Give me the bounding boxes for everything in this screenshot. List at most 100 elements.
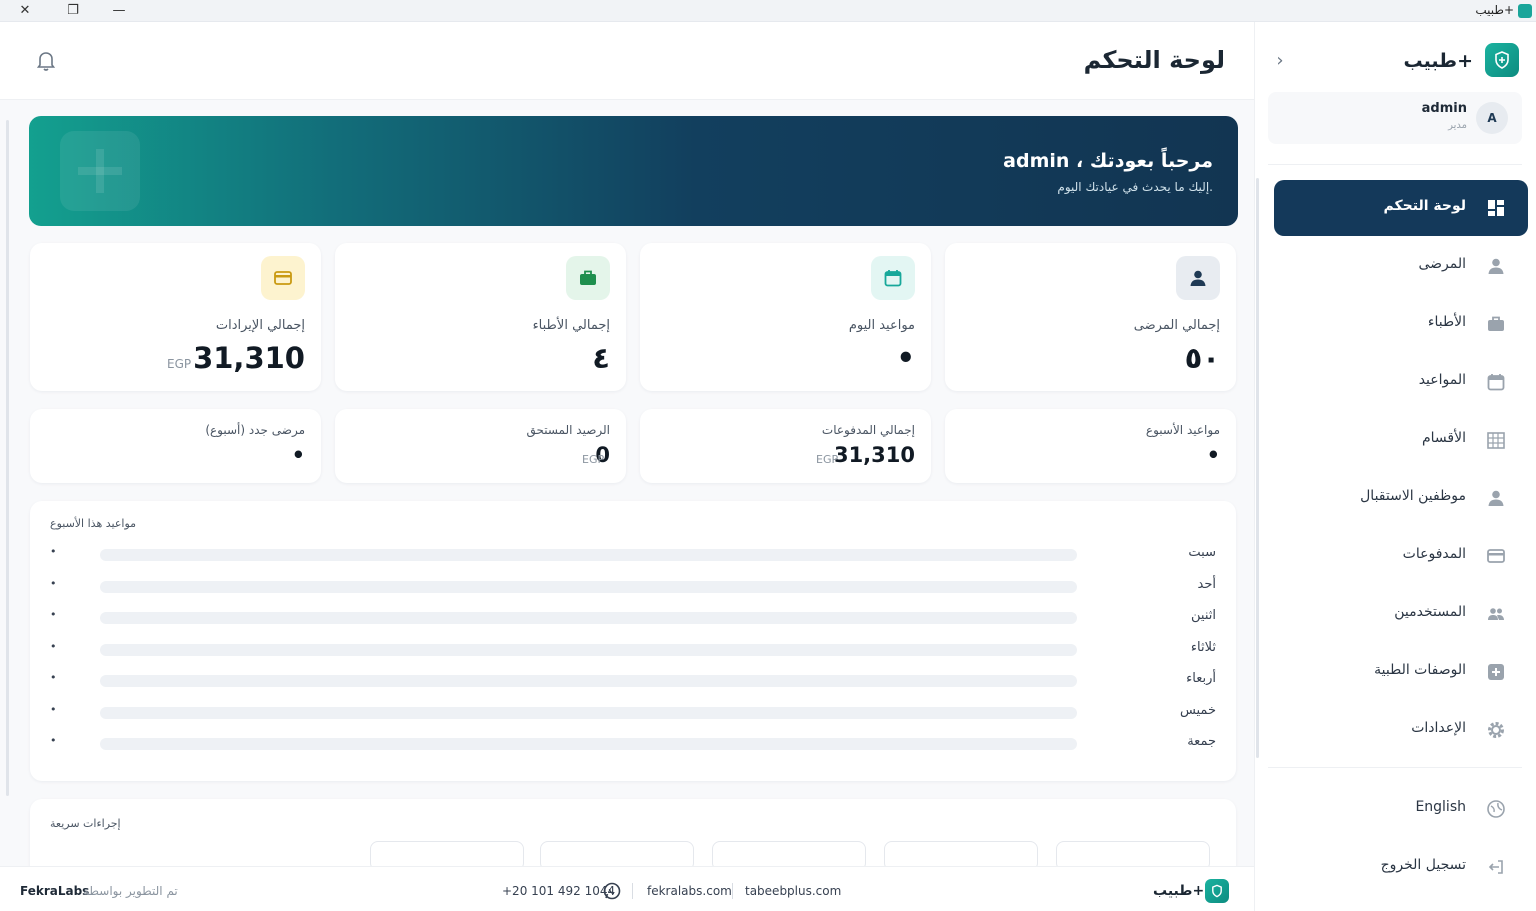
scrollbar[interactable] <box>6 120 9 796</box>
sidebar-item-label: المرضى <box>1418 256 1466 272</box>
welcome-username: admin <box>1003 150 1070 172</box>
day-progress-bar <box>100 549 1077 561</box>
sidebar-item-10[interactable]: الإعدادات <box>1274 702 1528 758</box>
collapse-sidebar-button[interactable]: › <box>1270 50 1290 71</box>
sidebar-item-label: الإعدادات <box>1411 720 1466 736</box>
logout-label: تسجيل الخروج <box>1380 857 1466 873</box>
language-toggle[interactable]: English <box>1274 781 1528 837</box>
page-title: لوحة التحكم <box>1083 46 1225 74</box>
summary-label: إجمالي المدفوعات <box>821 423 915 437</box>
medical-plus-icon <box>1486 662 1506 682</box>
summary-card: الرصيد المستحق 0 EGP <box>335 409 626 483</box>
day-label: ثلاثاء <box>1190 639 1216 655</box>
day-count: • <box>50 702 57 716</box>
stat-label: إجمالي المرضى <box>1133 318 1220 333</box>
weekly-appointments-title: مواعيد هذا الأسبوع <box>50 517 137 530</box>
day-label: اثنين <box>1191 608 1216 623</box>
stat-value: • <box>896 341 915 375</box>
person-icon <box>1486 256 1506 276</box>
developer-text: تم التطوير بواسطة <box>83 884 178 898</box>
language-label: English <box>1415 799 1466 815</box>
day-progress-bar <box>100 706 1077 719</box>
summary-value: • <box>1206 443 1220 467</box>
window-titlebar: ✕ ❐ — طبيب+ <box>0 0 1536 22</box>
sidebar-item-label: موظفين الاستقبال <box>1360 488 1466 504</box>
whatsapp-icon <box>602 881 622 901</box>
gear-icon <box>1486 720 1506 740</box>
sidebar-item-4[interactable]: المواعيد <box>1274 354 1528 410</box>
day-count: • <box>50 545 57 558</box>
user-role: مدير <box>1448 120 1467 131</box>
day-progress-bar <box>100 580 1077 593</box>
sidebar-item-label: المواعيد <box>1418 372 1466 388</box>
summary-card: مرضى جدد (أسبوع) • <box>30 409 321 483</box>
sidebar-item-2[interactable]: المرضى <box>1274 238 1528 294</box>
footer: FekraLabs تم التطوير بواسطة +20 101 492 … <box>0 866 1254 911</box>
developer-name[interactable]: FekraLabs <box>20 884 89 898</box>
main-content: لوحة التحكم مرحباً بعودتك ، admin إليك م… <box>0 22 1254 879</box>
sidebar-item-label: المدفوعات <box>1402 546 1466 562</box>
logout-button[interactable]: تسجيل الخروج <box>1274 839 1528 895</box>
footer-logo-icon <box>1205 879 1229 903</box>
sidebar-item-6[interactable]: موظفين الاستقبال <box>1274 470 1528 526</box>
day-label: سبت <box>1188 545 1216 560</box>
minimize-window-button[interactable]: — <box>109 2 129 20</box>
restore-window-button[interactable]: ❐ <box>63 2 83 20</box>
credit-card-icon <box>1486 546 1506 566</box>
sidebar-scrollbar[interactable] <box>1256 178 1259 758</box>
sidebar-item-5[interactable]: الأقسام <box>1274 412 1528 468</box>
footer-link-tabeebplus[interactable]: tabeebplus.com <box>745 884 841 898</box>
window-title: طبيب+ <box>1475 3 1514 17</box>
list-item: اثنين • <box>30 608 1236 628</box>
sidebar-item-3[interactable]: الأطباء <box>1274 296 1528 352</box>
sidebar: طبيب+ › A admin مدير لوحة التحكم المرضى … <box>1254 22 1536 911</box>
brand-name: طبيب+ <box>1403 50 1473 72</box>
calendar-icon <box>1486 372 1506 392</box>
calendar-icon <box>871 256 915 300</box>
sidebar-item-9[interactable]: الوصفات الطبية <box>1274 644 1528 700</box>
stat-unit: EGP <box>167 357 192 371</box>
summary-value: 31,310 <box>833 443 915 467</box>
sidebar-item-label: الأطباء <box>1427 314 1466 330</box>
stat-card: مواعيد اليوم • <box>640 243 931 391</box>
footer-phone[interactable]: +20 101 492 1044 <box>502 884 615 898</box>
welcome-subtitle: إليك ما يحدث في عيادتك اليوم. <box>1057 180 1213 194</box>
close-window-button[interactable]: ✕ <box>15 2 35 20</box>
sidebar-item-label: الأقسام <box>1422 430 1466 446</box>
globe-icon <box>1486 799 1506 819</box>
stat-label: إجمالي الأطباء <box>532 318 610 333</box>
stat-value: 31,310 <box>193 341 305 375</box>
list-item: أحد • <box>30 577 1236 597</box>
person-icon <box>1486 488 1506 508</box>
sidebar-item-8[interactable]: المستخدمين <box>1274 586 1528 642</box>
logout-icon <box>1486 857 1506 877</box>
day-count: • <box>50 608 57 621</box>
page-header: لوحة التحكم <box>0 22 1254 100</box>
notifications-bell-icon[interactable] <box>36 50 56 72</box>
summary-label: الرصيد المستحق <box>526 423 610 437</box>
stat-card: إجمالي الأطباء ٤ <box>335 243 626 391</box>
day-label: أحد <box>1197 576 1216 592</box>
sidebar-item-7[interactable]: المدفوعات <box>1274 528 1528 584</box>
footer-link-fekralabs[interactable]: fekralabs.com <box>647 884 732 898</box>
day-label: أربعاء <box>1186 671 1216 686</box>
dashboard-icon <box>1486 198 1506 218</box>
day-progress-bar <box>100 612 1077 624</box>
credit-card-icon <box>261 256 305 300</box>
users-icon <box>1486 604 1506 624</box>
sidebar-item-label: الوصفات الطبية <box>1374 662 1466 678</box>
summary-value: • <box>291 443 305 467</box>
stat-value: ٥٠ <box>1184 341 1220 375</box>
sidebar-item-label: لوحة التحكم <box>1383 198 1466 214</box>
day-progress-bar <box>100 675 1077 687</box>
welcome-banner: مرحباً بعودتك ، admin إليك ما يحدث في عي… <box>29 116 1238 226</box>
person-icon <box>1176 256 1220 300</box>
building-icon <box>1486 430 1506 450</box>
weekly-appointments-card: مواعيد هذا الأسبوع سبت • أحد • اثنين • ثلاث… <box>30 501 1236 781</box>
user-card[interactable]: A admin مدير <box>1268 92 1522 144</box>
summary-unit: EGP <box>582 453 605 466</box>
sidebar-item-1[interactable]: لوحة التحكم <box>1274 180 1528 236</box>
summary-unit: EGP <box>816 453 839 466</box>
stat-card: إجمالي المرضى ٥٠ <box>945 243 1236 391</box>
list-item: أربعاء • <box>30 671 1236 691</box>
